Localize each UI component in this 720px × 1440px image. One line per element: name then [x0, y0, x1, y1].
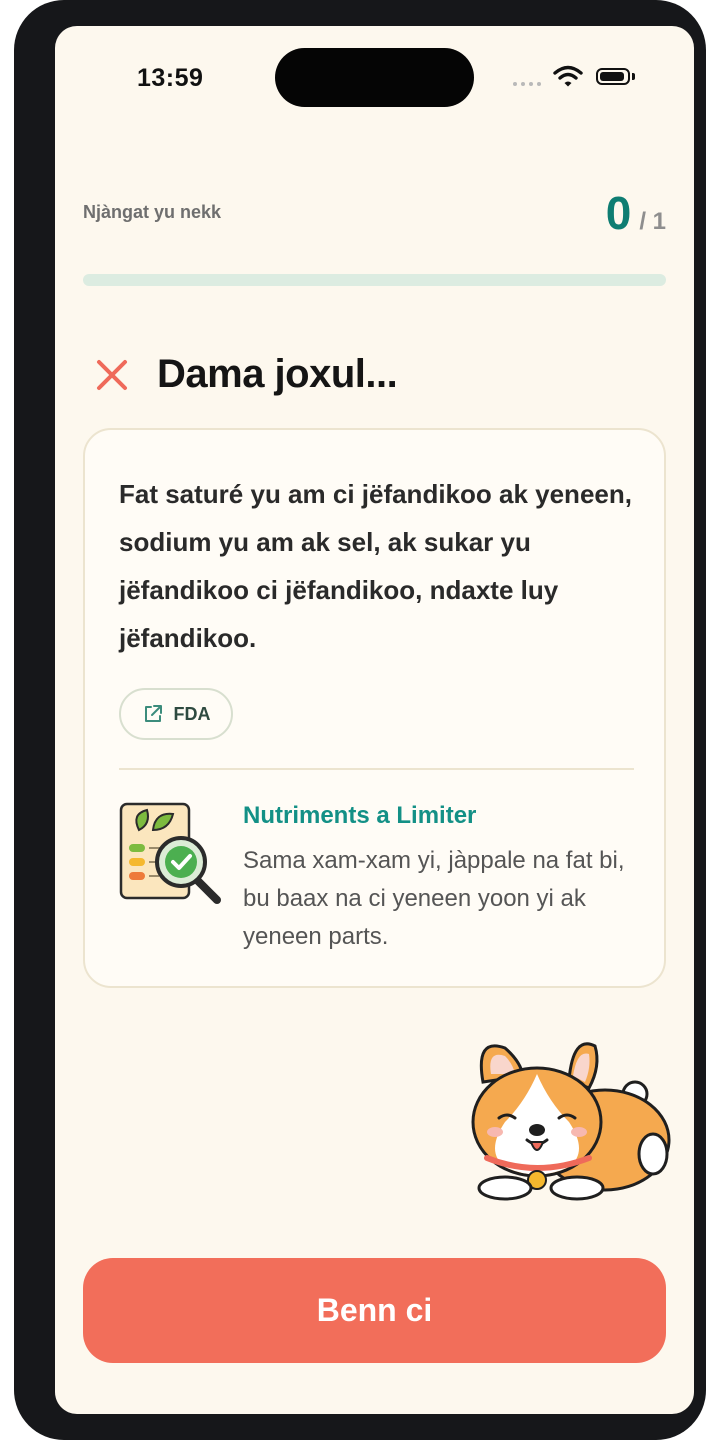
status-time: 13:59	[137, 64, 204, 92]
close-icon	[97, 359, 127, 390]
divider	[119, 768, 634, 770]
source-label: FDA	[173, 703, 211, 724]
info-text: Sama xam-xam yi, jàppale na fat bi, bu b…	[243, 847, 625, 950]
info-title: Nutriments a Limiter	[243, 802, 477, 829]
phone-frame: 13:59 Njàngat yu nekk 0 / 1 Dama joxul..…	[14, 0, 706, 1440]
continue-button-label: Benn ci	[316, 1292, 433, 1328]
battery-tip	[632, 73, 635, 80]
wifi-icon	[553, 65, 583, 87]
progress-bar	[83, 274, 666, 286]
score: 0 / 1	[606, 186, 666, 240]
fact-text: Fat saturé yu am ci jëfandikoo ak yeneen…	[119, 479, 632, 653]
continue-button[interactable]: Benn ci	[83, 1258, 666, 1363]
screen: 13:59 Njàngat yu nekk 0 / 1 Dama joxul..…	[55, 26, 694, 1414]
source-link-button[interactable]: FDA	[119, 688, 233, 740]
result-title: Dama joxul...	[157, 352, 398, 396]
cellular-signal-icon	[513, 82, 541, 86]
external-link-icon	[144, 705, 162, 722]
progress-label: Njàngat yu nekk	[83, 202, 222, 222]
result-header: Dama joxul...	[95, 352, 398, 397]
battery-icon	[596, 68, 630, 85]
score-total: / 1	[639, 208, 666, 235]
score-value: 0	[605, 187, 632, 239]
nutrition-label-check-icon	[119, 802, 221, 904]
dynamic-island	[275, 48, 474, 107]
explanation-card: Fat saturé yu am ci jëfandikoo ak yeneen…	[83, 428, 666, 988]
corgi-mascot-icon	[471, 1042, 671, 1201]
